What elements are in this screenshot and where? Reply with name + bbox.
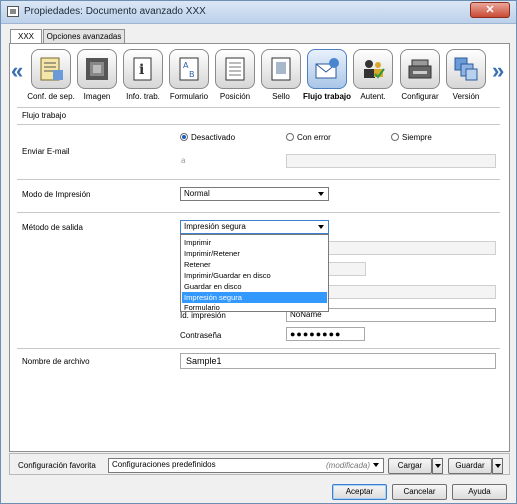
password-field[interactable]: ●●●●●●●● — [286, 327, 365, 341]
radio-label: Desactivado — [191, 133, 236, 142]
radio-label: Siempre — [402, 133, 432, 142]
favorites-label: Configuración favorita — [18, 461, 96, 470]
divider — [17, 348, 500, 349]
modified-indicator: (modificada) — [326, 461, 371, 470]
load-button[interactable]: Cargar — [388, 458, 432, 474]
separator-settings-icon — [31, 49, 71, 89]
print-id-label: Id. impresión — [180, 311, 226, 320]
favorites-value: Configuraciones predefinidos — [112, 460, 216, 469]
window-title: Propiedades: Documento avanzado XXX — [24, 6, 206, 17]
help-button[interactable]: Ayuda — [452, 484, 507, 500]
ok-button[interactable]: Aceptar — [332, 484, 387, 500]
tab-advanced-options[interactable]: Opciones avanzadas — [43, 29, 125, 43]
job-info-icon: i — [123, 49, 163, 89]
chevron-down-icon — [373, 463, 379, 467]
svg-text:B: B — [189, 70, 195, 79]
email-address-field[interactable] — [286, 154, 496, 168]
title-bar: Propiedades: Documento avanzado XXX ✕ — [1, 1, 516, 24]
filename-label: Nombre de archivo — [22, 357, 90, 366]
authentication-icon — [353, 49, 393, 89]
output-method-select[interactable]: Impresión segura — [180, 220, 329, 234]
save-menu-button[interactable] — [492, 458, 503, 474]
svg-text:A: A — [183, 61, 189, 70]
dropdown-option[interactable]: Imprimir/Retener — [182, 248, 327, 259]
toolbar-item-version[interactable]: Versión — [440, 49, 492, 105]
email-address-prefix: a — [181, 156, 186, 165]
close-button[interactable]: ✕ — [470, 2, 510, 18]
dropdown-option-selected[interactable]: Impresión segura — [182, 292, 327, 303]
chevron-down-icon — [318, 225, 324, 229]
dropdown-option[interactable]: Formulario — [182, 303, 327, 312]
favorites-select[interactable]: Configuraciones predefinidos (modificada… — [108, 458, 384, 473]
radio-on-error[interactable]: Con error — [286, 133, 331, 142]
divider — [17, 107, 500, 108]
group-title: Flujo trabajo — [22, 111, 67, 120]
radio-dot — [391, 133, 399, 141]
dropdown-option[interactable]: Imprimir/Guardar en disco — [182, 270, 327, 281]
chevron-down-icon — [435, 464, 441, 468]
svg-text:i: i — [139, 62, 144, 78]
image-icon — [77, 49, 117, 89]
radio-label: Con error — [297, 133, 331, 142]
stamp-icon — [261, 49, 301, 89]
chevron-down-icon — [318, 192, 324, 196]
printer-app-icon — [7, 6, 19, 17]
radio-disabled[interactable]: Desactivado — [180, 133, 235, 142]
cancel-button[interactable]: Cancelar — [392, 484, 447, 500]
output-method-label: Método de salida — [22, 223, 83, 232]
tab-xxx[interactable]: XXX — [10, 29, 42, 44]
position-icon — [215, 49, 255, 89]
print-mode-label: Modo de Impresión — [22, 190, 91, 199]
workflow-icon — [307, 49, 347, 89]
divider — [17, 124, 500, 125]
print-mode-value: Normal — [184, 189, 210, 198]
load-menu-button[interactable] — [432, 458, 443, 474]
output-method-value: Impresión segura — [184, 222, 246, 231]
filename-field[interactable]: Sample1 — [180, 353, 496, 369]
scroll-right-icon[interactable]: » — [492, 58, 504, 84]
email-label: Enviar E-mail — [22, 147, 70, 156]
version-icon — [446, 49, 486, 89]
divider — [17, 179, 500, 180]
password-label: Contraseña — [180, 331, 222, 340]
radio-dot — [286, 133, 294, 141]
radio-always[interactable]: Siempre — [391, 133, 432, 142]
scroll-left-icon[interactable]: « — [11, 58, 23, 84]
divider — [17, 212, 500, 213]
radio-dot — [180, 133, 188, 141]
toolbar-label: Versión — [452, 92, 480, 101]
properties-dialog: Propiedades: Documento avanzado XXX ✕ XX… — [0, 0, 517, 504]
output-method-dropdown: Imprimir Imprimir/Retener Retener Imprim… — [180, 234, 329, 312]
save-button[interactable]: Guardar — [448, 458, 492, 474]
print-mode-select[interactable]: Normal — [180, 187, 329, 201]
form-icon: AB — [169, 49, 209, 89]
dropdown-option[interactable]: Retener — [182, 259, 327, 270]
dropdown-option[interactable]: Guardar en disco — [182, 281, 327, 292]
configure-icon — [400, 49, 440, 89]
dropdown-option[interactable]: Imprimir — [182, 237, 327, 248]
chevron-down-icon — [495, 464, 501, 468]
